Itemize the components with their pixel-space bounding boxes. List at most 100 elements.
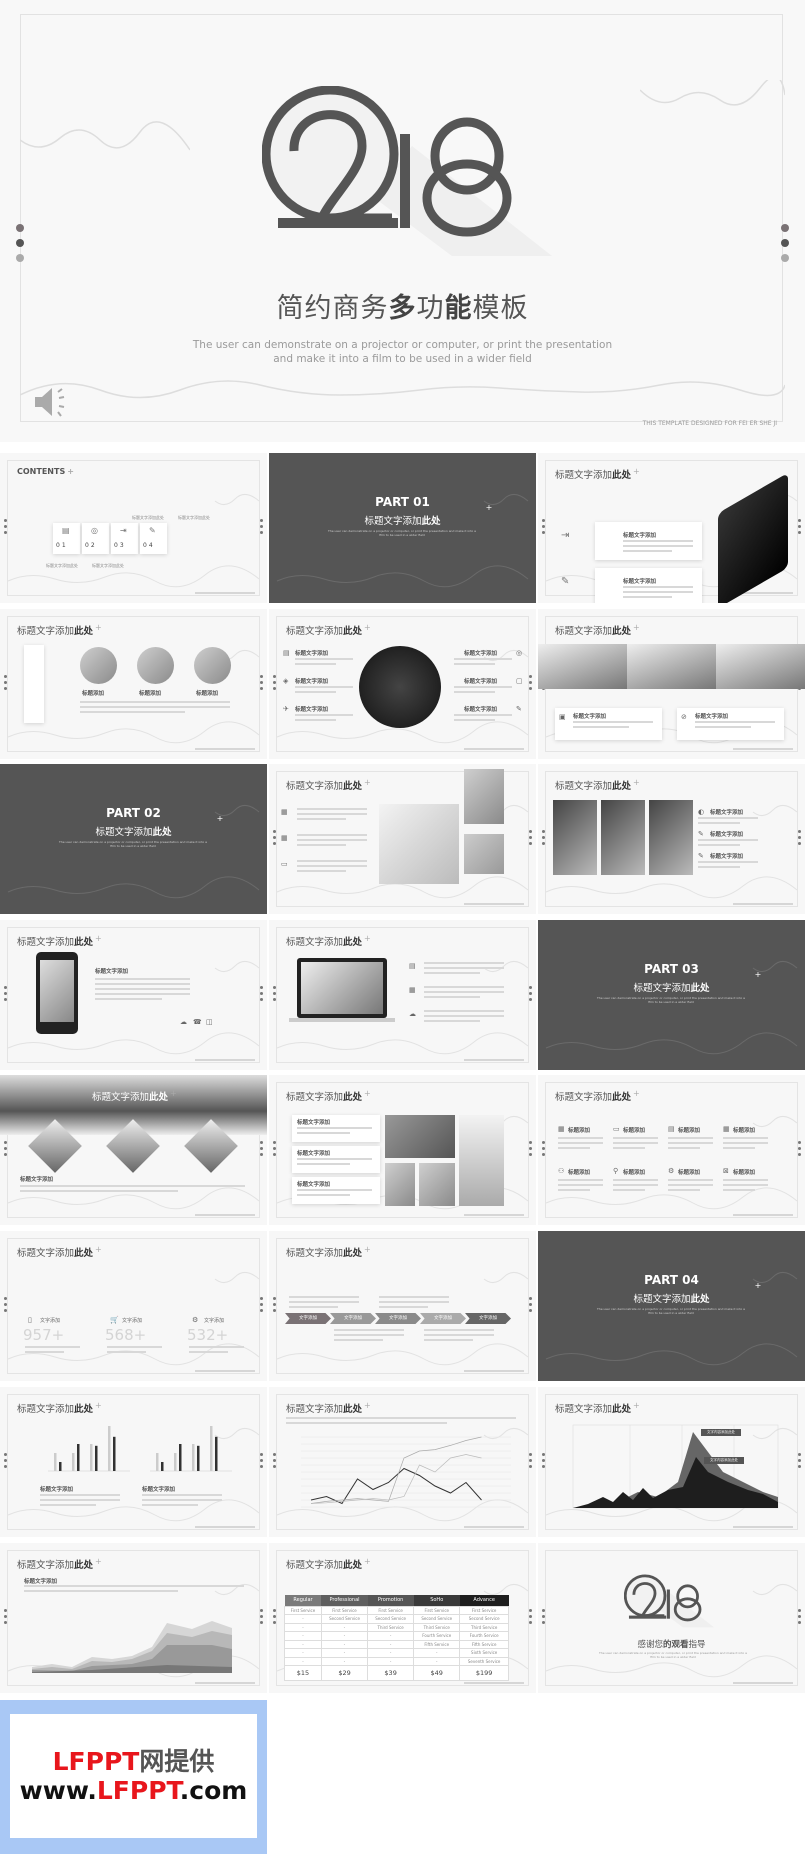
text-line <box>424 1015 504 1017</box>
plus-icon: + <box>633 1401 640 1410</box>
slide-pricing-table[interactable]: 标题文字添加此处 + Regular Professional Promotion SoH… <box>269 1543 536 1693</box>
item-title: 标题文字添加 <box>40 1487 74 1493</box>
slide-part-04[interactable]: PART 04 标题文字添加此处 The user can demonstrate … <box>538 1231 805 1381</box>
tool-icon: ✈ <box>283 705 289 713</box>
title-text: 标题文字添加 <box>286 1560 344 1571</box>
part-subtitle: The user can demonstrate on a projector … <box>58 840 208 848</box>
text-line <box>424 1339 473 1341</box>
title-bold: 此处 <box>612 1092 632 1103</box>
contents-item[interactable]: ⇥ 03 <box>111 523 138 554</box>
office-photo <box>601 800 645 875</box>
text-line <box>668 1137 713 1139</box>
slide-mountain[interactable]: 标题文字添加此处 + 标题文字添加 <box>0 1075 267 1225</box>
bar <box>215 1436 218 1471</box>
side-dots <box>529 1141 532 1159</box>
text-line <box>297 865 367 867</box>
slide-laptop[interactable]: 标题文字添加此处 + ▤ ▦ ☁ <box>269 920 536 1070</box>
price-cell[interactable]: $15 <box>284 1665 322 1681</box>
item-title: 标题添加 <box>623 1128 646 1134</box>
title-text: 标题文字添加 <box>555 470 613 481</box>
slide-title: 标题文字添加此处 + <box>286 1401 371 1415</box>
slide-phone[interactable]: 标题文字添加此处 + 标题文字添加 ☁ ☎ ◫ <box>0 920 267 1070</box>
title-slide[interactable]: 简约商务多功能模板 The user can demonstrate on a … <box>0 0 805 442</box>
text-line <box>40 1504 96 1506</box>
side-dots <box>542 1453 545 1471</box>
title-text: 标题文字添加 <box>286 937 344 948</box>
slide-office-photos[interactable]: 标题文字添加此处 + ◐ 标题文字添加 ✎ 标题文字添加 ✎ 标题文字添加 <box>538 764 805 914</box>
text-line <box>25 1346 80 1348</box>
pencil-icon: ✎ <box>698 852 704 860</box>
calendar-icon: ▦ <box>281 834 288 842</box>
table-cell: Second Service <box>367 1614 415 1624</box>
slide-timeline[interactable]: 标题文字添加此处 + 文字添加 文字添加 文字添加 文字添加 文字添加 <box>269 1231 536 1381</box>
table-cell: - <box>284 1631 322 1641</box>
contents-item[interactable]: ◎ 02 <box>82 523 109 554</box>
text-line <box>613 1147 645 1149</box>
contents-item[interactable]: ✎ 04 <box>140 523 167 554</box>
timeline-step[interactable]: 文字添加 <box>420 1313 466 1324</box>
slide-title: 标题文字添加此处 + <box>17 1245 102 1259</box>
side-dots <box>260 675 263 693</box>
text-line <box>424 991 504 993</box>
provider-banner[interactable]: LFPPT网提供 www.LFPPT.com <box>0 1700 267 1854</box>
contents-item[interactable]: ▤ 01 <box>53 523 80 554</box>
slide-thank-you[interactable]: 感谢您的观看指导 The user can demonstrate on a pr… <box>538 1543 805 1693</box>
side-dots <box>529 675 532 693</box>
table-cell: Fifth Service <box>459 1639 509 1649</box>
price-cell[interactable]: $199 <box>459 1665 509 1681</box>
timeline-step[interactable]: 文字添加 <box>330 1313 376 1324</box>
plus-icon: + <box>485 503 493 512</box>
document-icon: ▤ <box>283 649 290 657</box>
text-line <box>613 1137 658 1139</box>
plus-icon: + <box>633 778 640 787</box>
speaker-icon[interactable] <box>32 384 72 420</box>
slide-circles[interactable]: 标题文字添加此处 + 标题添加 标题添加 标题添加 <box>0 609 267 759</box>
column-header: Advance <box>459 1595 509 1606</box>
slide-cards-image[interactable]: 标题文字添加此处 + ⇥ 标题文字添加 ✎ 标题文字添加 <box>538 453 805 603</box>
side-dots <box>542 1609 545 1627</box>
text-line <box>142 1504 198 1506</box>
timeline-step[interactable]: 文字添加 <box>465 1313 511 1324</box>
slide-icon-grid[interactable]: 标题文字添加此处 + ▦ 标题添加 ▭ 标题添加 ▤ 标题添加 ▦ 标题添加 ⚇ 标题添加 ⚲ 标题添加 ⚙… <box>538 1075 805 1225</box>
line-chart <box>301 1436 511 1508</box>
text-line <box>668 1179 713 1181</box>
timeline-step[interactable]: 文字添加 <box>375 1313 421 1324</box>
side-dots <box>273 675 276 693</box>
banner-url[interactable]: www.LFPPT.com <box>10 1776 257 1805</box>
side-dots <box>4 1609 7 1627</box>
slide-clock[interactable]: 标题文字添加此处 + ▤ 标题文字添加 ◈ 标题文字添加 ✈ 标题文字添加 ◎ 标题文字添加 ▢ 标题… <box>269 609 536 759</box>
side-dots <box>529 830 532 848</box>
logo-2018 <box>624 1574 714 1628</box>
text-line <box>623 544 693 547</box>
timeline-step[interactable]: 文字添加 <box>285 1313 331 1324</box>
body-text-placeholder <box>613 1137 658 1152</box>
text-line <box>613 1189 645 1191</box>
slide-part-03[interactable]: PART 03 标题文字添加此处 The user can demonstrate … <box>538 920 805 1070</box>
slide-cards-photos[interactable]: 标题文字添加此处 + 标题文字添加 标题文字添加 标题文字添加 <box>269 1075 536 1225</box>
text-line <box>142 1494 222 1496</box>
plus-icon: + <box>633 623 640 632</box>
text-line <box>424 1329 494 1331</box>
title-bold: 此处 <box>612 470 632 481</box>
price-cell[interactable]: $39 <box>367 1665 415 1681</box>
price-cell[interactable]: $49 <box>413 1665 461 1681</box>
slide-stats[interactable]: 标题文字添加此处 + ▯ 文字添加 957+ 🛒 文字添加 568+ ⚙ 文字添加 532+ <box>0 1231 267 1381</box>
slide-contents[interactable]: CONTENTS + ▤ 01 标题文字添加此处 ◎ 02 标题文字添加此处 ⇥ 03 标题文字添加… <box>0 453 267 603</box>
side-dots <box>260 519 263 537</box>
slide-part-02[interactable]: PART 02 标题文字添加此处 The user can demonstrate … <box>0 764 267 914</box>
slide-line-chart[interactable]: 标题文字添加此处 + <box>269 1387 536 1537</box>
price-cell[interactable]: $29 <box>320 1665 369 1681</box>
item-title: 标题文字添加 <box>623 532 657 539</box>
slide-workspace[interactable]: 标题文字添加此处 + ▦ ▦ ▭ <box>269 764 536 914</box>
building-photo <box>464 769 504 824</box>
slide-stacked-area[interactable]: 标题文字添加此处 + 标题文字添加 <box>0 1543 267 1693</box>
plus-icon: + <box>754 970 762 979</box>
title-text: 感谢您 <box>637 1640 663 1650</box>
title-bold: 此处 <box>149 1092 169 1103</box>
slide-area-chart[interactable]: 标题文字添加此处 + 文字内容添加此处 文字内容添加此处 <box>538 1387 805 1537</box>
slide-bar-charts[interactable]: 标题文字添加此处 + 标题文字添加 标题文字添加 <box>0 1387 267 1537</box>
slide-buildings[interactable]: 标题文字添加此处 + ▣ 标题文字添加 ⊘ 标题文字添加 <box>538 609 805 759</box>
body-text-placeholder <box>20 1185 245 1195</box>
plus-icon: + <box>754 1281 762 1290</box>
slide-part-01[interactable]: PART 01 标题文字添加此处 The user can demonstrate … <box>269 453 536 603</box>
